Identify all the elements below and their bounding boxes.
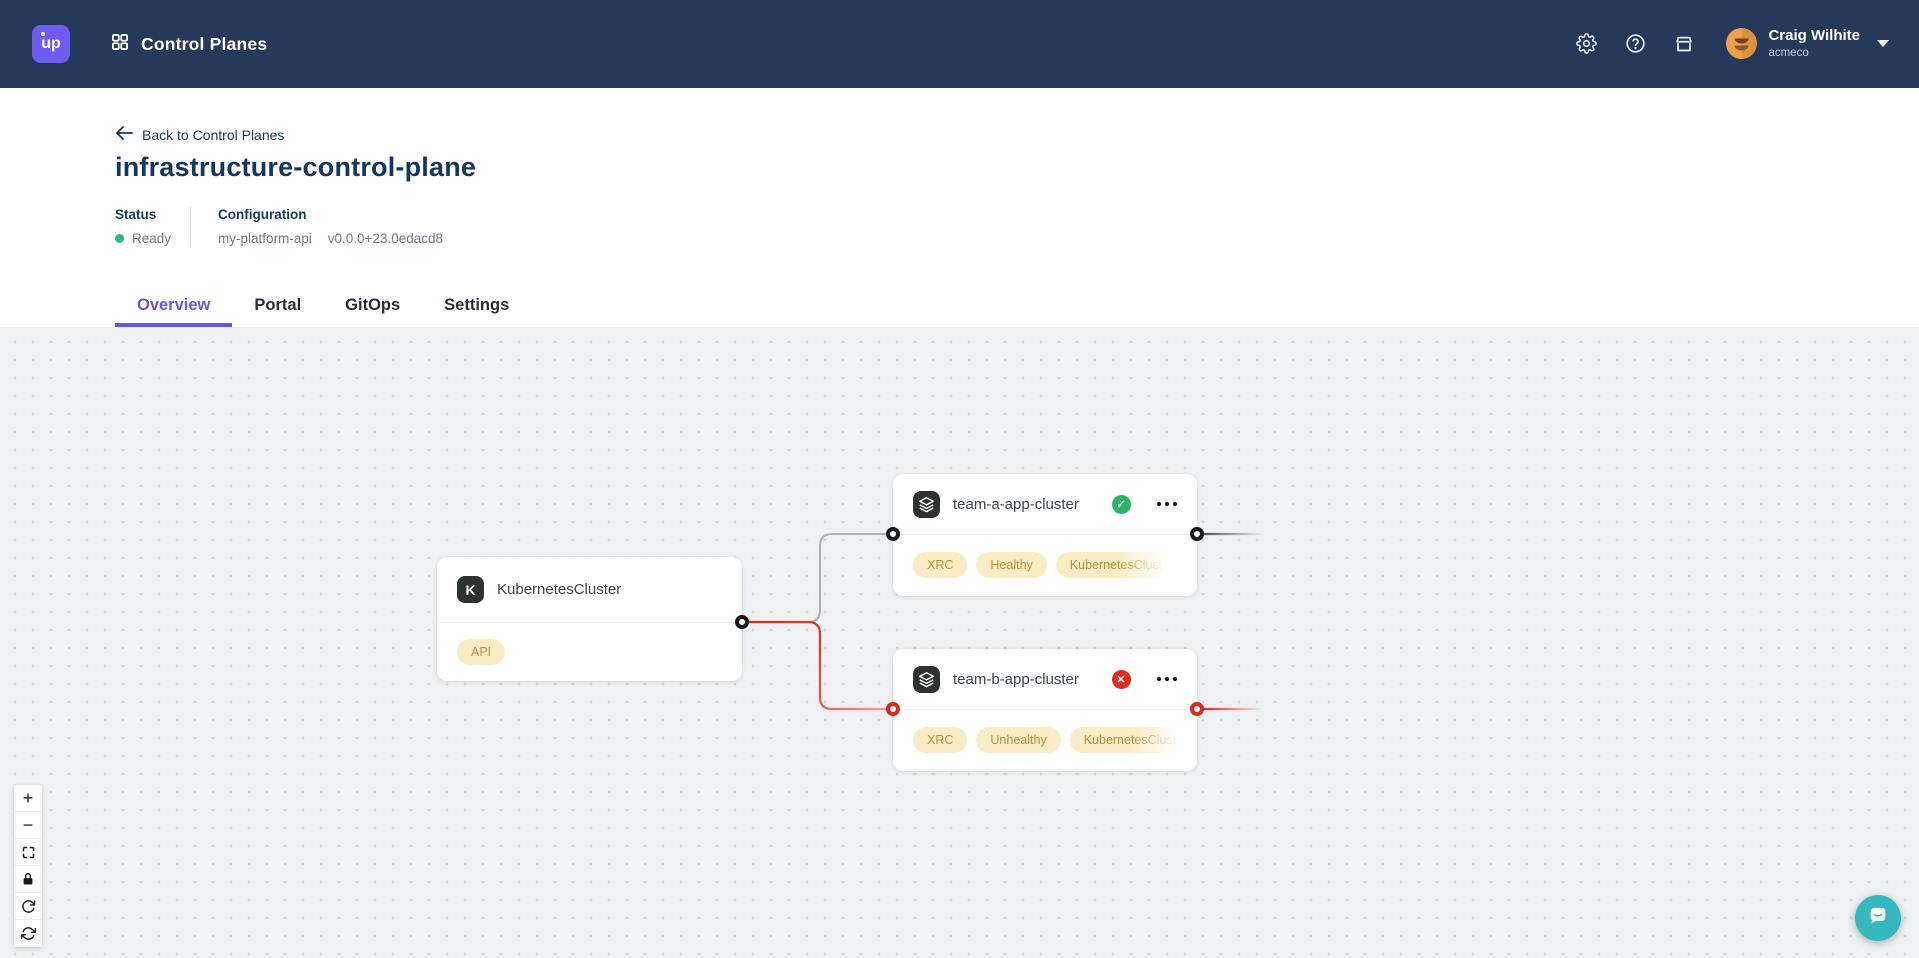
layers-icon xyxy=(913,666,940,693)
tab-settings[interactable]: Settings xyxy=(422,288,531,327)
navbar-actions: Craig Wilhite acmeco xyxy=(1549,28,1889,59)
marketplace-icon[interactable] xyxy=(1672,32,1696,56)
handle-team-a-right[interactable] xyxy=(1190,527,1204,541)
tab-bar: Overview Portal GitOps Settings xyxy=(115,288,1919,327)
edge-cluster-to-team-a xyxy=(742,534,893,622)
meta-divider xyxy=(190,207,191,246)
configuration-name: my-platform-api xyxy=(218,231,312,246)
zoom-out-icon[interactable]: − xyxy=(14,812,42,839)
top-navbar: up Control Planes xyxy=(0,0,1919,88)
configuration-label: Configuration xyxy=(218,207,443,222)
node-team-a-app-cluster[interactable]: team-a-app-cluster ✓ XRC Healthy Kuberne… xyxy=(893,474,1197,596)
healthy-check-icon: ✓ xyxy=(1112,495,1131,514)
help-icon[interactable] xyxy=(1623,32,1647,56)
user-info: Craig Wilhite acmeco xyxy=(1768,28,1860,59)
node-title: team-a-app-cluster xyxy=(953,496,1079,513)
page-header: Back to Control Planes infrastructure-co… xyxy=(0,88,1919,327)
product-title: Control Planes xyxy=(141,34,267,55)
user-menu[interactable]: Craig Wilhite acmeco xyxy=(1696,28,1889,59)
graph-edges xyxy=(0,327,1919,958)
configuration-version: v0.0.0+23.0edacd8 xyxy=(328,231,443,246)
back-link[interactable]: Back to Control Planes xyxy=(115,126,284,143)
meta-row: Status Ready Configuration my-platform-a… xyxy=(115,207,1919,246)
node-menu-button[interactable] xyxy=(1157,498,1178,511)
badge-kubernetescluster: KubernetesCluster xyxy=(1056,552,1170,578)
canvas-controls: + − xyxy=(14,785,42,947)
badge-unhealthy: Unhealthy xyxy=(976,727,1060,753)
upbound-logo[interactable]: up xyxy=(32,25,70,63)
status-label: Status xyxy=(115,207,190,222)
badge-kubernetescluster: KubernetesCluster xyxy=(1070,727,1184,753)
zoom-in-icon[interactable]: + xyxy=(14,785,42,812)
rotate-icon[interactable] xyxy=(14,893,42,920)
handle-team-b-left[interactable] xyxy=(886,702,900,716)
grid-icon xyxy=(110,32,130,57)
unhealthy-x-icon: ✕ xyxy=(1112,670,1131,689)
badge-xrc: XRC xyxy=(913,727,967,753)
fit-view-icon[interactable] xyxy=(14,839,42,866)
status-dot xyxy=(115,234,124,243)
handle-team-b-right[interactable] xyxy=(1190,702,1204,716)
sync-icon[interactable] xyxy=(14,920,42,947)
tab-gitops[interactable]: GitOps xyxy=(323,288,422,327)
node-team-b-app-cluster[interactable]: team-b-app-cluster ✕ XRC Unhealthy Kuber… xyxy=(893,649,1197,771)
avatar xyxy=(1726,28,1757,59)
k-square-icon: K xyxy=(457,576,484,603)
handle-kubernetescluster-right[interactable] xyxy=(735,615,749,629)
settings-gear-icon[interactable] xyxy=(1574,32,1598,56)
logo-text: up xyxy=(41,35,61,53)
chevron-down-icon xyxy=(1877,40,1889,47)
layers-icon xyxy=(913,491,940,518)
logo-dot xyxy=(41,32,45,36)
lock-icon[interactable] xyxy=(14,866,42,893)
edge-cluster-to-team-b xyxy=(742,622,893,709)
badge-healthy: Healthy xyxy=(976,552,1046,578)
status-value: Ready xyxy=(132,231,171,246)
graph-canvas[interactable]: K KubernetesCluster API team-a-app-clust… xyxy=(0,327,1919,958)
arrow-left-icon xyxy=(115,126,133,143)
status-block: Status Ready xyxy=(115,207,190,246)
badge-api: API xyxy=(457,639,505,665)
tab-portal[interactable]: Portal xyxy=(232,288,323,327)
node-title: team-b-app-cluster xyxy=(953,671,1079,688)
chat-bubble-icon xyxy=(1865,903,1891,934)
user-org: acmeco xyxy=(1768,47,1860,60)
node-menu-button[interactable] xyxy=(1157,673,1178,686)
page-title: infrastructure-control-plane xyxy=(115,152,1919,183)
badge-xrc: XRC xyxy=(913,552,967,578)
app-switcher[interactable]: Control Planes xyxy=(110,32,267,57)
handle-team-a-left[interactable] xyxy=(886,527,900,541)
tab-overview[interactable]: Overview xyxy=(115,288,232,327)
node-title: KubernetesCluster xyxy=(497,581,621,598)
back-link-label: Back to Control Planes xyxy=(142,127,284,143)
node-kubernetescluster[interactable]: K KubernetesCluster API xyxy=(437,557,742,681)
chat-launcher[interactable] xyxy=(1855,895,1901,941)
user-name: Craig Wilhite xyxy=(1768,28,1860,45)
configuration-block: Configuration my-platform-api v0.0.0+23.… xyxy=(218,207,443,246)
